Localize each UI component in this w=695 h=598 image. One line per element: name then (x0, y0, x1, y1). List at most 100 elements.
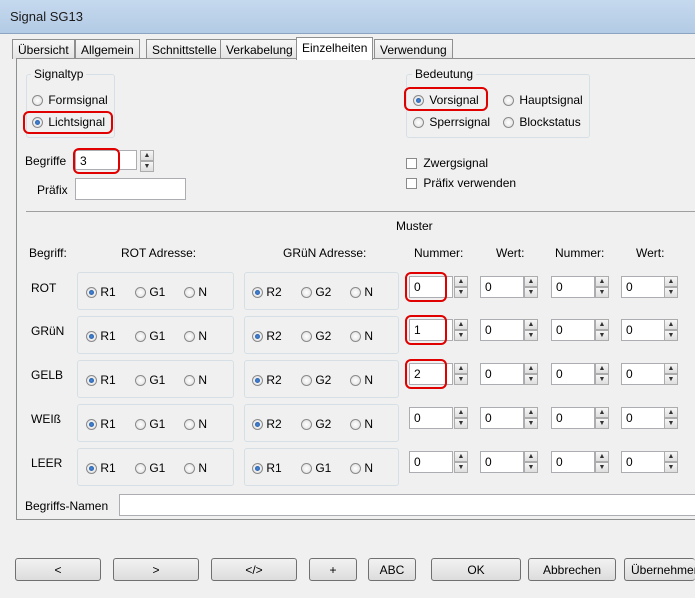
tab-verwendung[interactable]: Verwendung (374, 39, 453, 59)
tab-schnittstelle[interactable]: Schnittstelle (146, 39, 223, 59)
radio-rot-r1[interactable]: R1 (86, 461, 116, 475)
tab-uebersicht[interactable]: Übersicht (12, 39, 75, 59)
radio-dot[interactable] (135, 375, 146, 387)
radio-dot[interactable] (301, 331, 312, 343)
spin-down-icon[interactable]: ▼ (524, 418, 538, 429)
nummer1-spinner[interactable]: ▲ ▼ (454, 319, 468, 341)
wert1-spinner[interactable]: ▲ ▼ (524, 407, 538, 429)
radio-dot[interactable] (252, 331, 263, 343)
radio-sperrsignal[interactable]: Sperrsignal (413, 115, 490, 129)
radio-dot[interactable] (86, 287, 97, 299)
wert2-input[interactable]: 0 (621, 319, 665, 341)
nummer1-spinner[interactable]: ▲ ▼ (454, 407, 468, 429)
radio-rot-n[interactable]: N (184, 285, 207, 299)
wert1-spinner[interactable]: ▲ ▼ (524, 319, 538, 341)
radio-dot[interactable] (252, 463, 263, 475)
radio-dot[interactable] (350, 287, 361, 299)
spin-down-icon[interactable]: ▼ (595, 418, 609, 429)
nummer2-spinner[interactable]: ▲ ▼ (595, 276, 609, 298)
spin-up-icon[interactable]: ▲ (595, 319, 609, 330)
wert1-spinner[interactable]: ▲ ▼ (524, 363, 538, 385)
radio-gruen-g2[interactable]: G2 (301, 373, 331, 387)
tab-allgemein[interactable]: Allgemein (75, 39, 140, 59)
wert1-spinner[interactable]: ▲ ▼ (524, 276, 538, 298)
spin-down-icon[interactable]: ▼ (595, 374, 609, 385)
radio-dot[interactable] (350, 331, 361, 343)
radio-gruen-n[interactable]: N (350, 373, 373, 387)
radio-dot[interactable] (184, 463, 195, 475)
radio-rot-g1[interactable]: G1 (135, 285, 165, 299)
nummer2-input[interactable]: 0 (551, 407, 595, 429)
radio-dot[interactable] (86, 331, 97, 343)
radio-rot-g1[interactable]: G1 (135, 417, 165, 431)
radio-rot-r1[interactable]: R1 (86, 373, 116, 387)
spin-down-icon[interactable]: ▼ (454, 462, 468, 473)
spin-down-icon[interactable]: ▼ (524, 287, 538, 298)
spin-up-icon[interactable]: ▲ (664, 363, 678, 374)
wert2-input[interactable]: 0 (621, 451, 665, 473)
spin-up-icon[interactable]: ▲ (595, 451, 609, 462)
spin-up-icon[interactable]: ▲ (454, 363, 468, 374)
radio-lichtsignal[interactable]: Lichtsignal (32, 115, 105, 129)
begriffs-namen-input[interactable] (119, 494, 695, 516)
wert1-input[interactable]: 0 (480, 451, 524, 473)
radio-rot-r1[interactable]: R1 (86, 417, 116, 431)
radio-hauptsignal[interactable]: Hauptsignal (503, 93, 583, 107)
spin-down-icon[interactable]: ▼ (454, 287, 468, 298)
wert2-spinner[interactable]: ▲ ▼ (664, 276, 678, 298)
next-button[interactable]: > (113, 558, 199, 581)
radio-gruen-r2[interactable]: R2 (252, 329, 282, 343)
radio-dot[interactable] (301, 419, 312, 431)
wert1-input[interactable]: 0 (480, 276, 524, 298)
begriffe-spinner[interactable]: ▲ ▼ (140, 150, 154, 172)
spin-up-icon[interactable]: ▲ (595, 363, 609, 374)
radio-blockstatus-dot[interactable] (503, 117, 514, 129)
spin-down-icon[interactable]: ▼ (595, 330, 609, 341)
radio-rot-g1[interactable]: G1 (135, 373, 165, 387)
radio-rot-n[interactable]: N (184, 373, 207, 387)
radio-blockstatus[interactable]: Blockstatus (503, 115, 581, 129)
radio-rot-n[interactable]: N (184, 461, 207, 475)
radio-dot[interactable] (135, 419, 146, 431)
spin-up-icon[interactable]: ▲ (524, 276, 538, 287)
radio-dot[interactable] (184, 287, 195, 299)
tab-verkabelung[interactable]: Verkabelung (220, 39, 299, 59)
abbrechen-button[interactable]: Abbrechen (528, 558, 616, 581)
radio-rot-g1[interactable]: G1 (135, 329, 165, 343)
wert1-input[interactable]: 0 (480, 363, 524, 385)
spin-up-icon[interactable]: ▲ (664, 276, 678, 287)
radio-gruen-r2[interactable]: R2 (252, 285, 282, 299)
nummer2-spinner[interactable]: ▲ ▼ (595, 451, 609, 473)
radio-dot[interactable] (86, 419, 97, 431)
spin-up-icon[interactable]: ▲ (524, 363, 538, 374)
praefix-input[interactable] (75, 178, 186, 200)
spin-up-icon[interactable]: ▲ (454, 319, 468, 330)
spin-up-icon[interactable]: ▲ (664, 407, 678, 418)
checkbox-praefix-verwenden[interactable]: Präfix verwenden (406, 176, 516, 190)
radio-gruen-g2[interactable]: G2 (301, 285, 331, 299)
add-button[interactable]: + (309, 558, 357, 581)
radio-formsignal[interactable]: Formsignal (32, 93, 108, 107)
spin-up-icon[interactable]: ▲ (454, 451, 468, 462)
spin-up-icon[interactable]: ▲ (595, 276, 609, 287)
radio-dot[interactable] (301, 375, 312, 387)
radio-dot[interactable] (350, 375, 361, 387)
radio-dot[interactable] (350, 419, 361, 431)
checkbox-zwergsignal[interactable]: Zwergsignal (406, 156, 488, 170)
nummer2-spinner[interactable]: ▲ ▼ (595, 319, 609, 341)
wert2-spinner[interactable]: ▲ ▼ (664, 319, 678, 341)
spin-down-icon[interactable]: ▼ (454, 418, 468, 429)
nummer1-spinner[interactable]: ▲ ▼ (454, 363, 468, 385)
radio-dot[interactable] (350, 463, 361, 475)
radio-dot[interactable] (301, 287, 312, 299)
spin-down-icon[interactable]: ▼ (140, 161, 154, 172)
radio-gruen-n[interactable]: N (350, 461, 373, 475)
radio-formsignal-dot[interactable] (32, 95, 43, 107)
radio-gruen-r1[interactable]: R1 (252, 461, 282, 475)
radio-gruen-n[interactable]: N (350, 329, 373, 343)
nummer2-spinner[interactable]: ▲ ▼ (595, 407, 609, 429)
spin-up-icon[interactable]: ▲ (140, 150, 154, 161)
radio-gruen-g2[interactable]: G2 (301, 329, 331, 343)
radio-gruen-r2[interactable]: R2 (252, 417, 282, 431)
radio-dot[interactable] (135, 331, 146, 343)
